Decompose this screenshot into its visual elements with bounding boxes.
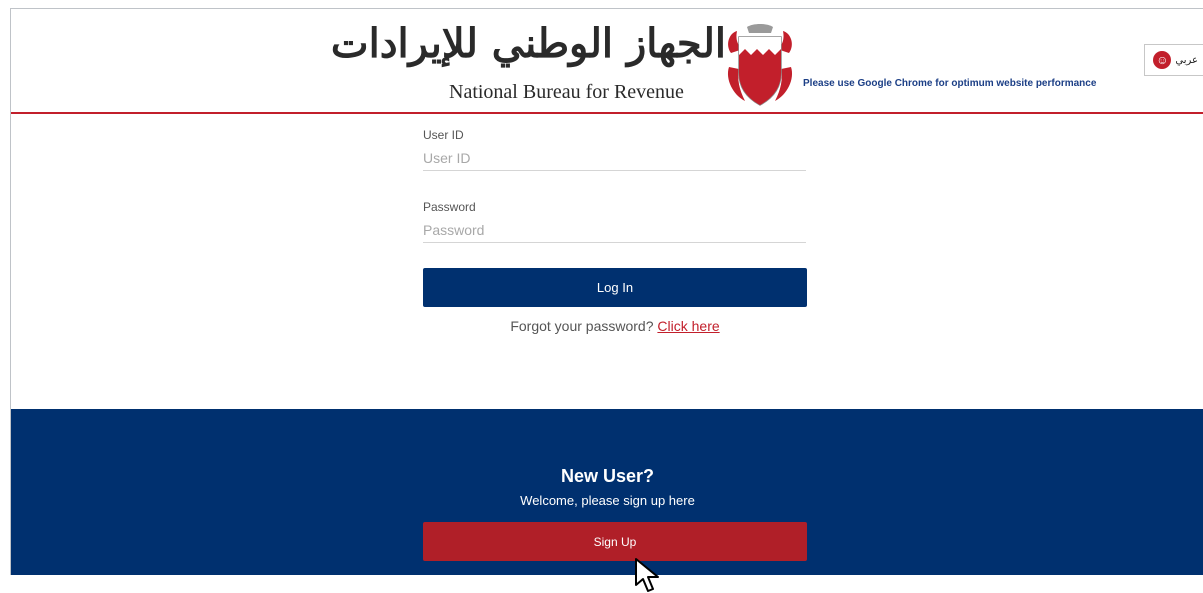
site-header: الجهاز الوطني للإيرادات National Bureau …: [11, 9, 1203, 113]
new-user-title: New User?: [560, 466, 655, 486]
language-label: عربي: [1175, 54, 1198, 66]
page-frame: الجهاز الوطني للإيرادات National Bureau …: [10, 8, 1203, 575]
english-bureau-title: National Bureau for Revenue: [449, 81, 684, 103]
sign-up-button[interactable]: Sign Up: [423, 522, 807, 561]
user-id-input[interactable]: [423, 146, 806, 171]
new-user-section: New User? Welcome, please sign up here S…: [11, 409, 1203, 575]
browser-recommendation-note: Please use Google Chrome for optimum web…: [803, 78, 1097, 89]
user-id-label: User ID: [423, 128, 464, 142]
bahrain-emblem-icon: [727, 24, 793, 106]
password-label: Password: [423, 200, 476, 214]
globe-icon: ☺: [1153, 51, 1172, 69]
forgot-password-row: Forgot your password? Click here: [423, 318, 807, 334]
login-button[interactable]: Log In: [423, 268, 807, 307]
mouse-cursor-icon: [635, 558, 659, 592]
arabic-bureau-title: الجهاز الوطني للإيرادات: [330, 20, 726, 67]
forgot-password-text: Forgot your password?: [510, 318, 654, 334]
forgot-password-link[interactable]: Click here: [657, 318, 719, 334]
header-divider: [11, 112, 1203, 114]
password-input[interactable]: [423, 218, 806, 243]
language-switch-button[interactable]: ☺ عربي: [1144, 44, 1203, 76]
new-user-subtitle: Welcome, please sign up here: [520, 493, 695, 508]
